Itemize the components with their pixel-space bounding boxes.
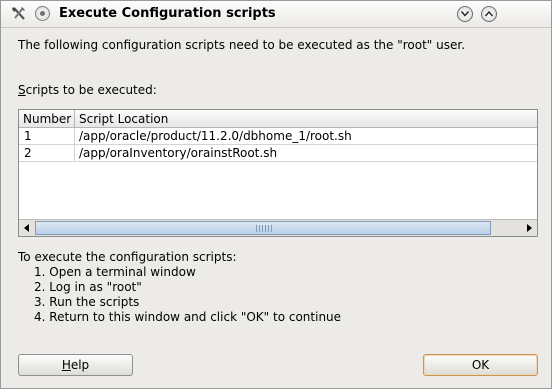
scripts-label-text: cripts to be executed:	[25, 83, 157, 97]
instructions-heading: To execute the configuration scripts:	[18, 250, 237, 264]
column-header-script-location[interactable]: Script Location	[79, 112, 168, 126]
row-number: 2	[24, 146, 32, 160]
window-menu-icon[interactable]	[35, 6, 50, 21]
scripts-label-mnemonic: S	[18, 83, 26, 97]
execution-instructions: To execute the configuration scripts: 1.…	[18, 250, 341, 325]
scripts-table[interactable]: Number Script Location 1 /app/oracle/pro…	[18, 109, 538, 237]
scroll-grip	[256, 225, 274, 232]
help-button[interactable]: Help	[18, 354, 133, 376]
instruction-message: The following configuration scripts need…	[18, 38, 466, 52]
scripts-label: Scripts to be executed:	[18, 83, 157, 97]
scroll-thumb[interactable]	[35, 221, 491, 235]
window-title: Execute Configuration scripts	[59, 6, 276, 21]
instruction-step: 2. Log in as "root"	[34, 280, 142, 294]
instruction-step: 1. Open a terminal window	[34, 265, 196, 279]
ok-button-label: OK	[471, 358, 490, 372]
table-row[interactable]: 2 /app/oraInventory/orainstRoot.sh	[19, 145, 537, 162]
arrow-left-icon[interactable]	[19, 220, 35, 236]
ok-button[interactable]: OK	[423, 354, 538, 376]
minimize-icon[interactable]	[457, 6, 473, 22]
table-header: Number Script Location	[19, 110, 537, 128]
instruction-step: 4. Return to this window and click "OK" …	[34, 310, 342, 324]
column-divider[interactable]	[74, 110, 75, 127]
cell-divider	[74, 128, 75, 144]
help-button-mnemonic: H	[61, 358, 71, 372]
tools-icon	[12, 7, 25, 20]
instruction-step: 3. Run the scripts	[34, 295, 140, 309]
maximize-icon[interactable]	[481, 6, 497, 22]
table-row[interactable]: 1 /app/oracle/product/11.2.0/dbhome_1/ro…	[19, 128, 537, 145]
row-script-location: /app/oraInventory/orainstRoot.sh	[79, 146, 278, 160]
row-number: 1	[24, 129, 32, 143]
help-button-label: elp	[70, 358, 90, 372]
config-scripts-dialog: Execute Configuration scripts The follow…	[0, 0, 552, 389]
arrow-right-icon[interactable]	[521, 220, 537, 236]
title-bar[interactable]: Execute Configuration scripts	[1, 1, 551, 28]
row-script-location: /app/oracle/product/11.2.0/dbhome_1/root…	[79, 129, 352, 143]
column-header-number[interactable]: Number	[23, 112, 71, 126]
cell-divider	[74, 145, 75, 161]
horizontal-scrollbar[interactable]	[19, 219, 537, 236]
